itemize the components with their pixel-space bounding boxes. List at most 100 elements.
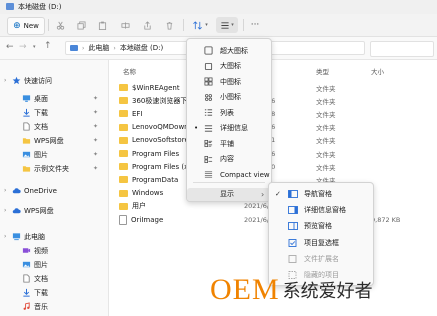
- file-name: LenovoSoftstore: [132, 136, 189, 145]
- file-type: 文件夹: [316, 163, 336, 172]
- up-arrow-icon[interactable]: ↑: [44, 41, 52, 51]
- item-checkbox-icon: [288, 238, 298, 247]
- paste-button[interactable]: [95, 17, 109, 33]
- share-icon: [143, 20, 151, 30]
- toolbar-divider: [183, 19, 184, 31]
- chevron-right-icon[interactable]: ›: [4, 187, 12, 194]
- more-options-button[interactable]: ···: [248, 17, 262, 33]
- chevron-down-icon: ▾: [205, 22, 208, 28]
- nav-item[interactable]: 图片: [0, 258, 108, 271]
- view-menu-item[interactable]: 平铺: [187, 137, 271, 150]
- view-menu-item[interactable]: 列表: [187, 106, 271, 119]
- file-row[interactable]: Program Files (x86)5/6 15:00文件夹: [109, 160, 437, 173]
- file-type: 文件夹: [316, 110, 336, 119]
- chevron-right-icon[interactable]: ›: [4, 77, 12, 84]
- file-name: EFI: [132, 109, 143, 118]
- chevron-right-icon: ›: [261, 189, 265, 199]
- nav-item[interactable]: 音乐: [0, 300, 108, 313]
- desktop-icon: [22, 94, 31, 103]
- nav-item[interactable]: 下载: [0, 286, 108, 299]
- show-menu-item[interactable]: 详细信息窗格: [269, 202, 373, 218]
- toolbar-divider: [48, 19, 49, 31]
- new-button[interactable]: ⊕ New: [7, 17, 45, 35]
- share-button[interactable]: [140, 17, 154, 33]
- nav-item[interactable]: 图片 ✦: [0, 148, 108, 161]
- column-header-type[interactable]: 类型: [316, 66, 329, 76]
- delete-button[interactable]: [162, 17, 176, 33]
- file-row[interactable]: $WinREAgent2:15文件夹: [109, 81, 437, 94]
- show-menu-item-label: 项目复选框: [304, 238, 339, 247]
- nav-item[interactable]: › OneDrive: [0, 184, 108, 197]
- view-menu-item[interactable]: Compact view: [187, 168, 271, 181]
- command-bar: ⊕ New ▾ ▾ ···: [0, 14, 437, 37]
- file-row[interactable]: LenovoQMDownload5/3 12:06文件夹: [109, 121, 437, 134]
- view-menu-item[interactable]: 显示 ›: [187, 187, 271, 201]
- file-row[interactable]: 360极速浏览器下载5/3 17:26文件夹: [109, 94, 437, 107]
- column-header-size[interactable]: 大小: [371, 66, 384, 76]
- recent-locations-chevron-icon[interactable]: ▾: [33, 44, 36, 50]
- check-icon: ✓: [275, 190, 281, 198]
- file-row[interactable]: LenovoSoftstore5/3 23:31文件夹: [109, 134, 437, 147]
- nav-item[interactable]: WPS网盘 ✦: [0, 134, 108, 147]
- show-menu-item[interactable]: 预览窗格: [269, 218, 373, 234]
- view-menu-item[interactable]: 小图标: [187, 91, 271, 104]
- file-name: $WinREAgent: [132, 83, 180, 92]
- folder-icon: [22, 164, 31, 173]
- tiles-view-icon: [204, 139, 213, 148]
- search-input[interactable]: [370, 41, 434, 57]
- nav-item-label: 文档: [34, 122, 48, 131]
- breadcrumb-this-pc[interactable]: 此电脑: [88, 43, 109, 53]
- sort-button[interactable]: ▾: [190, 17, 210, 33]
- nav-item-label: 音乐: [34, 302, 48, 311]
- chevron-right-icon[interactable]: ›: [4, 233, 12, 240]
- nav-item[interactable]: 视频: [0, 244, 108, 257]
- show-menu-item[interactable]: ✓ 导航窗格: [269, 186, 373, 202]
- chevron-right-icon[interactable]: ›: [4, 207, 12, 214]
- file-row[interactable]: Program Files5/6 17:26文件夹: [109, 147, 437, 160]
- show-menu-item-label: 导航窗格: [304, 190, 332, 198]
- title-bar: 本地磁盘 (D:): [0, 0, 437, 14]
- download-icon: [22, 288, 31, 297]
- folder-icon: [119, 176, 128, 184]
- show-menu-item-label: 详细信息窗格: [304, 206, 346, 215]
- view-menu-item[interactable]: 超大图标: [187, 44, 271, 57]
- copy-button[interactable]: [74, 17, 88, 33]
- file-name: Windows: [132, 189, 164, 198]
- nav-item-label: 示例文件夹: [34, 164, 69, 173]
- view-menu-item-label: 内容: [220, 155, 234, 163]
- forward-arrow-icon[interactable]: →: [19, 42, 27, 52]
- view-menu-item[interactable]: • 详细信息: [187, 122, 271, 135]
- list-view-icon: [204, 108, 213, 117]
- computer-icon: [70, 45, 78, 51]
- nav-item[interactable]: 示例文件夹 ✦: [0, 162, 108, 175]
- nav-item-label: 图片: [34, 260, 48, 269]
- nav-item[interactable]: 桌面 ✦: [0, 92, 108, 105]
- view-menu-item[interactable]: 中图标: [187, 75, 271, 88]
- pin-icon: ✦: [92, 123, 98, 130]
- nav-item[interactable]: › 快速访问: [0, 74, 108, 87]
- details-pane-icon: [288, 206, 298, 215]
- nav-item[interactable]: › WPS网盘: [0, 204, 108, 217]
- view-menu-item[interactable]: 大图标: [187, 60, 271, 73]
- show-menu-item[interactable]: 文件扩展名: [269, 251, 373, 267]
- view-button[interactable]: ▾: [216, 17, 238, 33]
- nav-item[interactable]: 文档 ✦: [0, 120, 108, 133]
- view-menu-item[interactable]: 内容: [187, 153, 271, 166]
- rename-button[interactable]: [118, 17, 132, 33]
- breadcrumb-local-disk[interactable]: 本地磁盘 (D:): [120, 43, 163, 53]
- nav-item[interactable]: 文档: [0, 272, 108, 285]
- column-header-name[interactable]: 名称: [123, 66, 136, 76]
- back-arrow-icon[interactable]: ←: [6, 42, 14, 52]
- file-row[interactable]: EFI5/6 17:18文件夹: [109, 107, 437, 120]
- toolbar-divider: [243, 19, 244, 31]
- menu-divider: [193, 182, 265, 183]
- nav-item[interactable]: 下载 ✦: [0, 106, 108, 119]
- show-menu-item[interactable]: 项目复选框: [269, 235, 373, 251]
- view-menu-item-label: 超大图标: [220, 46, 248, 55]
- compact-view-icon: [204, 170, 213, 179]
- nav-item[interactable]: › 此电脑: [0, 230, 108, 243]
- folder-icon: [119, 150, 128, 157]
- file-type: 文件夹: [316, 137, 336, 146]
- cut-button[interactable]: [53, 17, 67, 33]
- folder-icon: [119, 84, 128, 91]
